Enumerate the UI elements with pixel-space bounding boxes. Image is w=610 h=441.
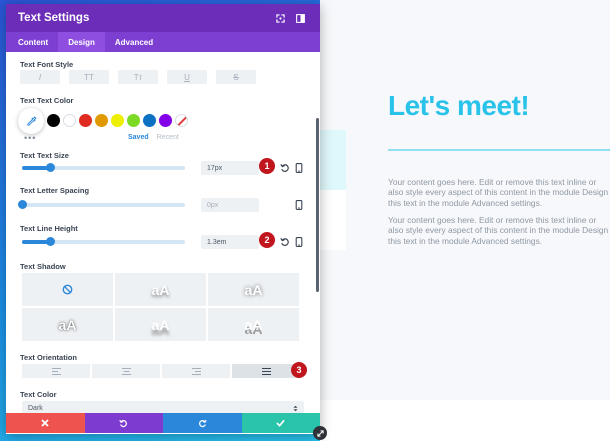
page-paragraph-1[interactable]: Your content goes here. Edit or remove t… xyxy=(388,177,610,208)
paragraph-line: this text in the module Advanced setting… xyxy=(388,197,543,208)
tab-advanced[interactable]: Advanced xyxy=(105,32,163,52)
align-justify-icon xyxy=(261,367,271,375)
no-shadow-icon xyxy=(62,284,73,295)
color-swatch[interactable] xyxy=(127,114,140,127)
mobile-icon[interactable] xyxy=(293,199,305,211)
no-color-swatch[interactable] xyxy=(175,114,188,127)
expand-icon[interactable] xyxy=(270,8,290,28)
color-swatch[interactable] xyxy=(79,114,92,127)
mobile-icon[interactable] xyxy=(293,162,305,174)
undo-button[interactable] xyxy=(84,413,163,433)
line-height-input[interactable]: 1.3em xyxy=(201,235,259,249)
paragraph-line: also style every aspect of this content … xyxy=(388,187,609,198)
text-size-input[interactable]: 17px xyxy=(201,161,259,175)
color-swatch[interactable] xyxy=(47,114,60,127)
page-decoration xyxy=(320,190,346,250)
sidebar-toggle-icon[interactable] xyxy=(290,8,310,28)
font-style-buttons: I TT Tт U S xyxy=(20,70,256,84)
line-height-label: Text Line Height xyxy=(20,224,78,233)
more-colors-icon[interactable]: ••• xyxy=(24,133,36,143)
align-right-icon xyxy=(191,367,201,375)
capitalize-button[interactable]: Tт xyxy=(118,70,158,84)
shadow-preset-4[interactable]: aA xyxy=(115,308,206,341)
modal-tabs: Content Design Advanced xyxy=(6,32,320,52)
mobile-icon[interactable] xyxy=(293,236,305,248)
color-swatch[interactable] xyxy=(159,114,172,127)
resize-handle[interactable] xyxy=(313,426,327,440)
select-arrows-icon xyxy=(293,405,298,411)
align-left-icon xyxy=(51,367,61,375)
color-swatch[interactable] xyxy=(63,114,76,127)
eyedropper-icon xyxy=(26,115,37,126)
slider-handle[interactable] xyxy=(45,237,55,246)
text-size-label: Text Text Size xyxy=(20,151,69,160)
line-height-slider[interactable] xyxy=(22,237,185,246)
discard-button[interactable] xyxy=(6,413,85,433)
align-left-option[interactable] xyxy=(22,364,90,378)
slider-handle[interactable] xyxy=(45,163,55,172)
recent-colors-tab[interactable]: Recent xyxy=(157,134,179,141)
text-shadow-presets: aA aA aA aA aA xyxy=(22,273,299,341)
color-swatch[interactable] xyxy=(95,114,108,127)
letter-spacing-label: Text Letter Spacing xyxy=(20,186,90,195)
shadow-preset-3[interactable]: aA xyxy=(22,308,113,341)
modal-footer xyxy=(6,413,320,433)
shadow-preset-1[interactable]: aA xyxy=(115,273,206,306)
text-color-label: Text Text Color xyxy=(20,96,74,105)
color-swatch[interactable] xyxy=(111,114,124,127)
tab-content[interactable]: Content xyxy=(8,32,58,52)
align-justify-option[interactable] xyxy=(232,364,300,378)
redo-icon xyxy=(198,419,207,427)
shadow-preset-2[interactable]: aA xyxy=(208,273,299,306)
page-divider xyxy=(388,149,610,151)
text-shadow-label: Text Shadow xyxy=(20,262,66,271)
modal-scrollbar[interactable] xyxy=(316,118,319,292)
color-picker-button[interactable] xyxy=(18,108,44,134)
text-color-select-value: Dark xyxy=(28,404,43,412)
page-paragraph-2[interactable]: Your content goes here. Edit or remove t… xyxy=(388,215,610,246)
modal-title: Text Settings xyxy=(18,12,90,24)
letter-spacing-slider[interactable] xyxy=(18,200,185,209)
modal-header[interactable]: Text Settings xyxy=(6,4,320,32)
uppercase-button[interactable]: TT xyxy=(69,70,109,84)
slider-handle[interactable] xyxy=(18,200,27,209)
shadow-preset-5[interactable]: aA xyxy=(208,308,299,341)
resize-icon xyxy=(316,429,324,437)
redo-button[interactable] xyxy=(163,413,242,433)
step-badge-3: 3 xyxy=(291,362,307,378)
step-badge-1: 1 xyxy=(259,158,275,174)
text-orientation-options xyxy=(22,364,300,378)
color-swatch[interactable] xyxy=(143,114,156,127)
paragraph-line: this text in the module Advanced setting… xyxy=(388,235,543,246)
color-swatches xyxy=(47,114,188,127)
swatch-tabs: Saved Recent xyxy=(128,134,179,141)
align-center-icon xyxy=(121,367,131,375)
text-size-slider[interactable] xyxy=(22,163,185,172)
save-button[interactable] xyxy=(241,413,320,433)
close-icon xyxy=(41,419,49,427)
undo-icon xyxy=(119,419,128,427)
step-badge-2: 2 xyxy=(259,232,275,248)
paragraph-line: Your content goes here. Edit or remove t… xyxy=(388,177,597,187)
paragraph-line: Your content goes here. Edit or remove t… xyxy=(388,215,597,225)
reset-icon[interactable] xyxy=(279,162,291,174)
align-right-option[interactable] xyxy=(162,364,230,378)
text-color-select-label: Text Color xyxy=(20,390,57,399)
reset-icon[interactable] xyxy=(279,236,291,248)
tab-design[interactable]: Design xyxy=(58,32,105,52)
saved-colors-tab[interactable]: Saved xyxy=(128,134,149,141)
underline-button[interactable]: U xyxy=(167,70,207,84)
page-decoration xyxy=(320,130,346,190)
letter-spacing-input[interactable]: 0px xyxy=(201,198,259,212)
strikethrough-button[interactable]: S xyxy=(216,70,256,84)
align-center-option[interactable] xyxy=(92,364,160,378)
paragraph-line: also style every aspect of this content … xyxy=(388,225,609,236)
italic-button[interactable]: I xyxy=(20,70,60,84)
page-heading[interactable]: Let's meet! xyxy=(388,90,530,122)
font-style-label: Text Font Style xyxy=(20,60,74,69)
text-orientation-label: Text Orientation xyxy=(20,353,77,362)
shadow-none-option[interactable] xyxy=(22,273,113,306)
checkmark-icon xyxy=(276,419,285,427)
